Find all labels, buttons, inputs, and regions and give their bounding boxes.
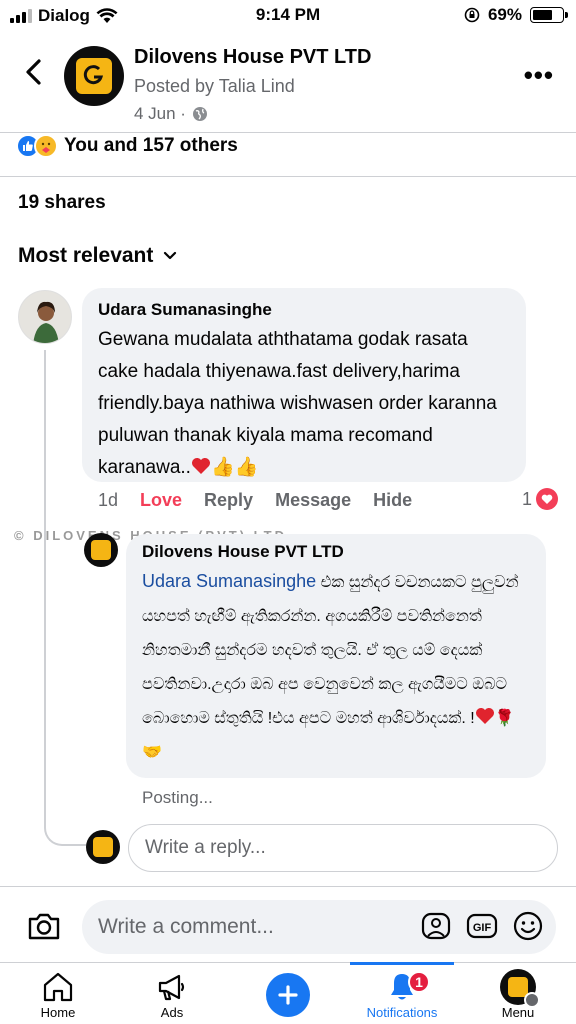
reply-text: Udara Sumanasinghe එක සුන්දර වචනයකට පුලු… (142, 564, 530, 770)
post-date: 4 Jun · (134, 104, 208, 124)
page-name[interactable]: Dilovens House PVT LTD (134, 46, 371, 69)
tab-menu-label: Menu (501, 1005, 535, 1020)
tab-ads[interactable]: Ads (122, 969, 222, 1020)
care-reaction-icon (34, 134, 58, 158)
heart-emoji-icon (475, 708, 494, 724)
more-options-icon[interactable]: ••• (524, 60, 554, 91)
brand-logo-icon (93, 837, 113, 857)
divider (0, 176, 576, 177)
tab-home[interactable]: Home (8, 969, 108, 1020)
tab-notifications-label: Notifications (366, 1005, 438, 1020)
posted-by: Posted by Talia Lind (134, 76, 295, 96)
megaphone-icon (158, 974, 185, 1001)
reaction-text: You and 157 others (64, 135, 238, 156)
comment-body: Gewana mudalata aththatama godak rasata … (98, 329, 497, 478)
love-reaction-button[interactable]: Love (140, 490, 182, 511)
gif-icon[interactable]: GIF (466, 910, 498, 942)
comment-text: Gewana mudalata aththatama godak rasata … (98, 324, 510, 484)
reply-button[interactable]: Reply (204, 490, 253, 511)
avatar-sticker-icon[interactable] (420, 910, 452, 942)
back-arrow-icon[interactable] (20, 56, 48, 88)
gif-label: GIF (473, 922, 492, 934)
reaction-summary[interactable]: You and 157 others (16, 134, 238, 158)
emoji-icon[interactable] (512, 910, 544, 942)
camera-icon[interactable] (26, 908, 62, 944)
reply-author-avatar[interactable] (84, 533, 118, 567)
sort-label: Most relevant (18, 244, 154, 267)
posting-status: Posting... (142, 788, 213, 807)
love-reaction-icon (536, 488, 558, 510)
heart-emoji-icon (191, 458, 210, 474)
menu-avatar (500, 969, 540, 1008)
composer-icons: GIF (420, 910, 544, 942)
post-date-text: 4 Jun · (134, 104, 186, 123)
reply-author[interactable]: Dilovens House PVT LTD (142, 542, 530, 562)
hide-button[interactable]: Hide (373, 490, 412, 511)
divider (0, 886, 576, 887)
bottom-tab-bar: Home Ads 1 Notifications Menu (0, 962, 576, 1024)
battery-icon (530, 7, 568, 23)
comment-author[interactable]: Udara Sumanasinghe (98, 300, 510, 320)
comment-input-placeholder: Write a comment... (98, 915, 274, 938)
tab-menu[interactable]: Menu (468, 969, 568, 1020)
thread-line (44, 350, 46, 820)
commenter-avatar[interactable] (18, 290, 72, 344)
battery-percent: 69% (487, 5, 522, 24)
shares-count[interactable]: 19 shares (18, 192, 106, 214)
active-tab-indicator (350, 962, 454, 965)
globe-icon (192, 107, 207, 121)
chevron-down-icon (164, 251, 177, 260)
reaction-icons (16, 134, 58, 158)
divider (0, 132, 576, 133)
comment-input[interactable]: Write a comment... GIF (82, 900, 556, 954)
brand-logo-icon (91, 540, 111, 560)
my-avatar (86, 830, 120, 864)
status-bar: Dialog 9:14 PM 69% (0, 0, 576, 32)
page-avatar[interactable] (64, 46, 124, 106)
comment-reaction-count[interactable]: 1 (522, 488, 558, 510)
hamburger-icon (524, 992, 540, 1008)
notification-badge: 1 (408, 971, 430, 993)
comment-bubble[interactable]: Udara Sumanasinghe Gewana mudalata athth… (82, 288, 526, 482)
tab-home-label: Home (40, 1005, 76, 1020)
plus-icon (266, 973, 310, 1017)
post-header: Dilovens House PVT LTD Posted by Talia L… (0, 36, 576, 132)
reply-body: එක සුන්දර වචනයකට පුලුවන් යහපත් හැඟීම් ඇත… (142, 574, 519, 727)
comment-emojis: 👍👍 (210, 457, 259, 478)
comment-sort-dropdown[interactable]: Most relevant (18, 244, 177, 268)
mention-link[interactable]: Udara Sumanasinghe (142, 571, 316, 591)
brand-logo-icon (76, 58, 112, 94)
reaction-count-text: 1 (521, 488, 532, 509)
reply-input[interactable]: Write a reply... (128, 824, 558, 872)
thread-connector (44, 800, 88, 846)
home-icon (43, 972, 73, 1002)
message-button[interactable]: Message (275, 490, 351, 511)
reply-bubble[interactable]: Dilovens House PVT LTD Udara Sumanasingh… (126, 534, 546, 778)
tab-ads-label: Ads (160, 1005, 184, 1020)
comment-actions: 1d Love Reply Message Hide (98, 490, 412, 511)
reply-input-placeholder: Write a reply... (145, 837, 266, 858)
comment-time: 1d (98, 490, 119, 510)
create-button[interactable] (238, 969, 338, 1017)
rotation-lock-icon (464, 7, 480, 23)
tab-notifications[interactable]: 1 Notifications (352, 969, 452, 1020)
battery-info: 69% (464, 5, 568, 25)
